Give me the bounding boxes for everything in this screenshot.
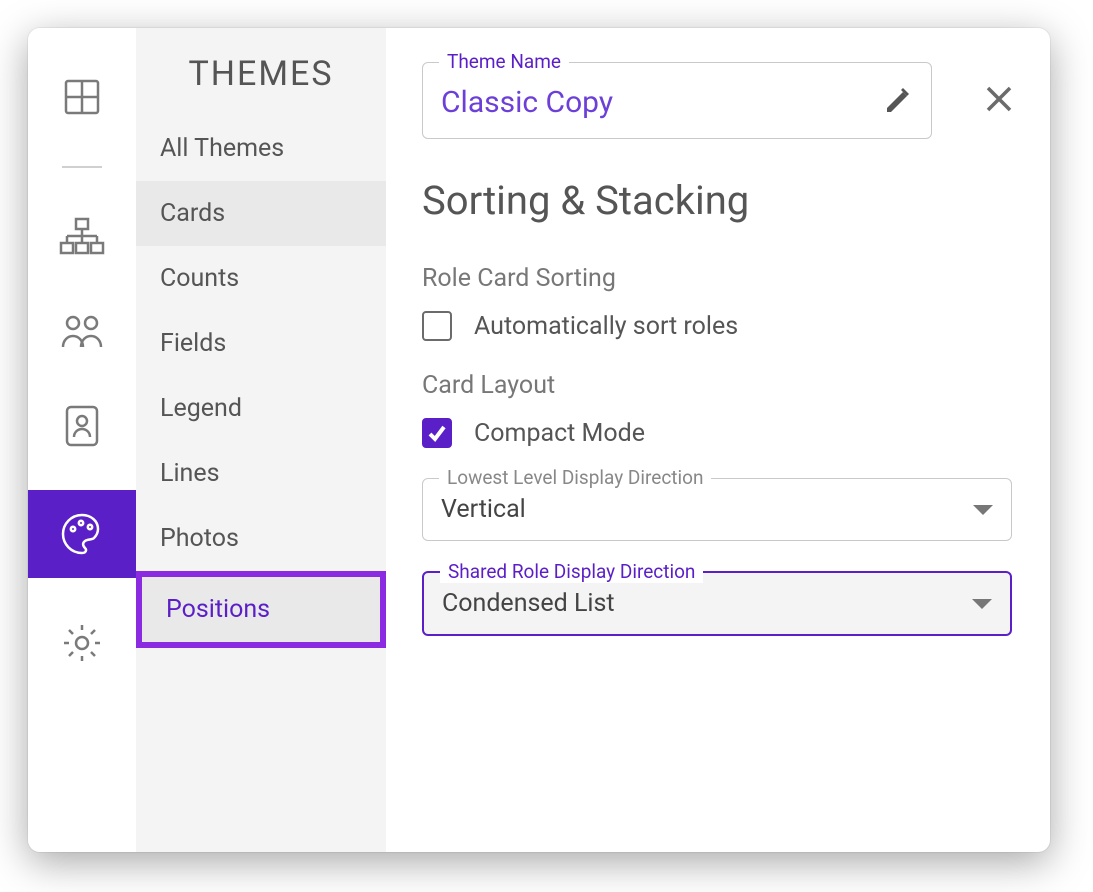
- lowest-level-value: Vertical: [441, 495, 526, 524]
- card-layout-label: Card Layout: [422, 371, 1014, 400]
- sidelist-item-positions[interactable]: Positions: [136, 571, 386, 648]
- sidelist-item-counts[interactable]: Counts: [136, 246, 386, 311]
- sidelist-item-fields[interactable]: Fields: [136, 311, 386, 376]
- sidelist-item-legend[interactable]: Legend: [136, 376, 386, 441]
- gear-icon[interactable]: [53, 614, 111, 672]
- role-sort-label: Role Card Sorting: [422, 264, 1014, 293]
- main-panel: Theme Name Classic Copy Sorting & Stacki…: [386, 28, 1050, 852]
- theme-name-label: Theme Name: [439, 50, 569, 73]
- sidelist-item-lines[interactable]: Lines: [136, 441, 386, 506]
- auto-sort-checkbox[interactable]: [422, 311, 452, 341]
- compact-mode-checkbox[interactable]: [422, 418, 452, 448]
- shared-role-select[interactable]: Shared Role Display Direction Condensed …: [422, 571, 1012, 636]
- lowest-level-label: Lowest Level Display Direction: [439, 466, 711, 489]
- grid-icon[interactable]: [53, 68, 111, 126]
- sidelist-item-all-themes[interactable]: All Themes: [136, 116, 386, 181]
- theme-name-field[interactable]: Theme Name Classic Copy: [422, 62, 932, 139]
- compact-mode-row: Compact Mode: [422, 418, 1014, 448]
- shared-role-label: Shared Role Display Direction: [440, 560, 703, 583]
- shared-role-value: Condensed List: [442, 589, 615, 618]
- id-card-icon[interactable]: [53, 396, 111, 454]
- lowest-level-select[interactable]: Lowest Level Display Direction Vertical: [422, 478, 1012, 541]
- themes-sidelist: THEMES All Themes Cards Counts Fields Le…: [136, 28, 386, 852]
- people-icon[interactable]: [53, 302, 111, 360]
- rail-divider: [62, 166, 102, 168]
- sidelist-item-cards[interactable]: Cards: [136, 181, 386, 246]
- compact-mode-text: Compact Mode: [474, 419, 645, 448]
- auto-sort-text: Automatically sort roles: [474, 312, 738, 341]
- auto-sort-row: Automatically sort roles: [422, 311, 1014, 341]
- sidelist-item-photos[interactable]: Photos: [136, 506, 386, 571]
- orgchart-icon[interactable]: [53, 208, 111, 266]
- section-title: Sorting & Stacking: [422, 177, 1014, 224]
- close-button[interactable]: [984, 84, 1014, 118]
- palette-icon[interactable]: [28, 490, 136, 578]
- chevron-down-icon: [973, 505, 993, 515]
- themes-editor-window: THEMES All Themes Cards Counts Fields Le…: [28, 28, 1050, 852]
- icon-rail: [28, 28, 136, 852]
- sidelist-title: THEMES: [136, 54, 386, 94]
- chevron-down-icon: [972, 599, 992, 609]
- theme-name-value: Classic Copy: [441, 85, 613, 120]
- edit-icon[interactable]: [883, 86, 913, 120]
